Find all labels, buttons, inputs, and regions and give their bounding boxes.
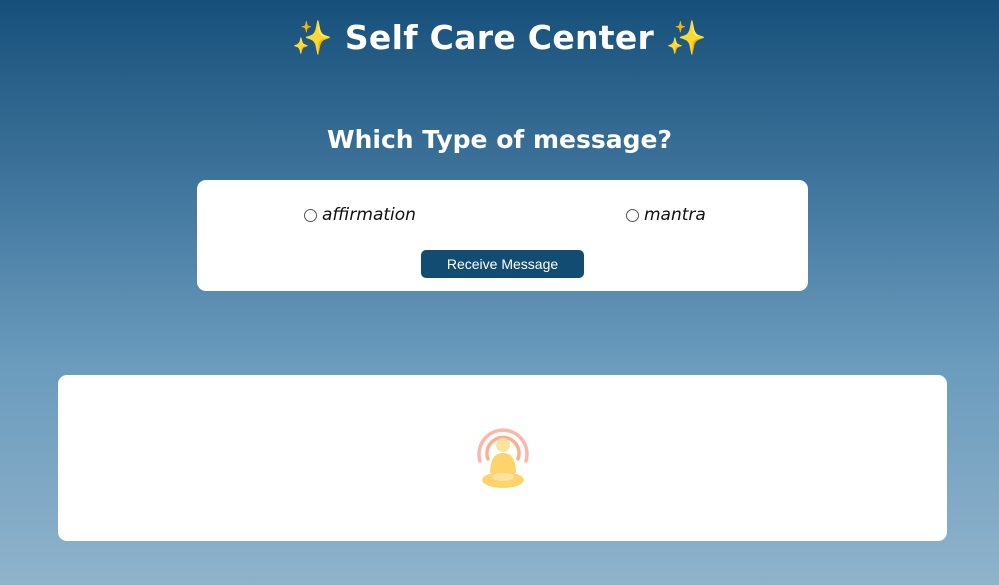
affirmation-radio[interactable] bbox=[304, 208, 317, 222]
meditation-icon bbox=[477, 428, 529, 488]
message-display-panel bbox=[58, 375, 947, 541]
message-type-question: Which Type of message? bbox=[327, 125, 672, 154]
affirmation-option[interactable]: affirmation bbox=[304, 205, 416, 225]
mantra-label: mantra bbox=[644, 205, 706, 225]
mantra-radio[interactable] bbox=[626, 208, 639, 222]
sparkle-icon-left: ✨ bbox=[291, 18, 334, 57]
sparkle-icon-right: ✨ bbox=[665, 18, 708, 57]
mantra-option[interactable]: mantra bbox=[626, 205, 706, 225]
page-title: ✨ Self Care Center ✨ bbox=[0, 18, 999, 58]
affirmation-label: affirmation bbox=[322, 205, 416, 225]
receive-message-button[interactable]: Receive Message bbox=[421, 250, 584, 278]
page-title-text: Self Care Center bbox=[344, 18, 655, 57]
message-type-form: affirmation mantra Receive Message bbox=[197, 180, 808, 291]
